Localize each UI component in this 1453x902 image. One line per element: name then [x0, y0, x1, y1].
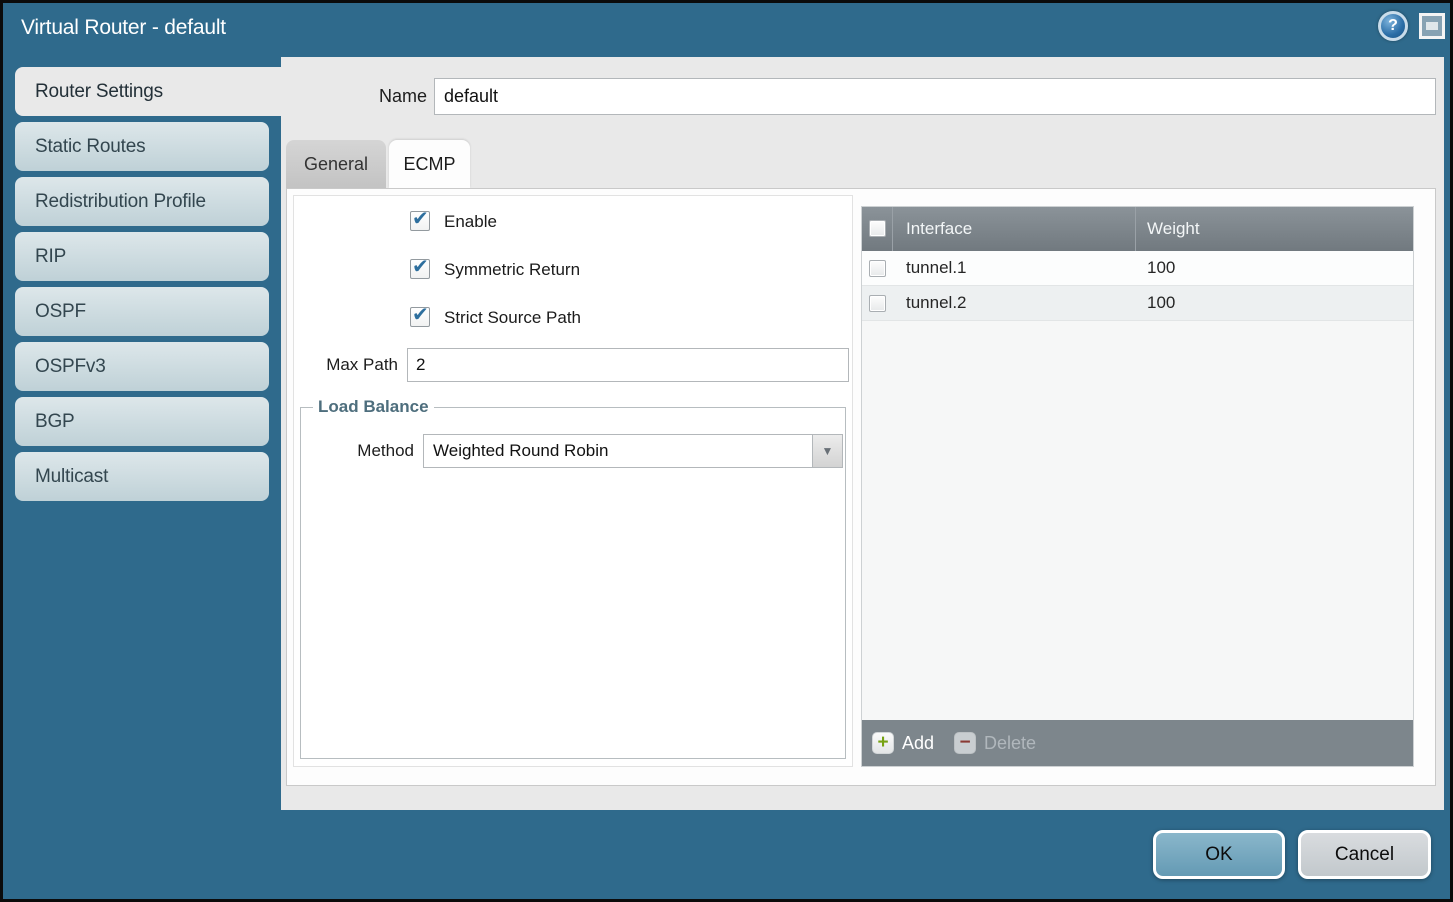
- method-label: Method: [301, 434, 414, 468]
- column-divider: [1135, 207, 1136, 251]
- interface-cell: tunnel.2: [906, 286, 967, 320]
- delete-icon[interactable]: −: [954, 732, 976, 754]
- method-dropdown[interactable]: Weighted Round Robin ▼: [423, 434, 843, 468]
- max-path-label: Max Path: [294, 348, 398, 382]
- sidebar-item-static-routes[interactable]: Static Routes: [15, 122, 269, 171]
- symmetric-return-checkbox[interactable]: ✔: [410, 259, 430, 279]
- name-label: Name: [281, 78, 427, 115]
- table-row[interactable]: tunnel.1 100: [862, 251, 1413, 286]
- sidebar-item-router-settings[interactable]: Router Settings: [15, 67, 281, 116]
- help-icon[interactable]: ?: [1378, 11, 1408, 41]
- interface-cell: tunnel.1: [906, 251, 967, 285]
- name-input[interactable]: [434, 78, 1436, 115]
- weight-cell: 100: [1147, 251, 1175, 285]
- interface-table: Interface Weight tunnel.1 100 tunnel.2 1…: [861, 206, 1414, 767]
- symmetric-return-label: Symmetric Return: [444, 259, 580, 281]
- column-header-interface[interactable]: Interface: [906, 207, 972, 251]
- tab-ecmp[interactable]: ECMP: [389, 140, 470, 188]
- load-balance-fieldset: Load Balance Method Weighted Round Robin…: [300, 407, 846, 759]
- row-checkbox[interactable]: [869, 260, 886, 277]
- virtual-router-dialog: Virtual Router - default ? Router Settin…: [0, 0, 1453, 902]
- sidebar-item-rip[interactable]: RIP: [15, 232, 269, 281]
- strict-source-path-label: Strict Source Path: [444, 307, 581, 329]
- delete-button[interactable]: Delete: [984, 720, 1036, 766]
- check-icon: ✔: [412, 206, 429, 231]
- cancel-button[interactable]: Cancel: [1298, 830, 1431, 879]
- restore-window-glyph: [1426, 22, 1438, 30]
- table-footer: + Add − Delete: [862, 720, 1413, 766]
- title-bar: Virtual Router - default ?: [3, 3, 1450, 57]
- table-row[interactable]: tunnel.2 100: [862, 286, 1413, 321]
- restore-window-icon[interactable]: [1419, 13, 1445, 39]
- max-path-input[interactable]: [407, 348, 849, 382]
- add-button[interactable]: Add: [902, 720, 934, 766]
- tab-general[interactable]: General: [286, 140, 386, 188]
- check-icon: ✔: [412, 254, 429, 279]
- column-header-weight[interactable]: Weight: [1147, 207, 1200, 251]
- method-value: Weighted Round Robin: [433, 435, 608, 467]
- dialog-title: Virtual Router - default: [21, 16, 226, 40]
- sidebar-item-multicast[interactable]: Multicast: [15, 452, 269, 501]
- select-all-checkbox[interactable]: [869, 220, 886, 237]
- enable-checkbox[interactable]: ✔: [410, 211, 430, 231]
- sidebar-item-redistribution-profile[interactable]: Redistribution Profile: [15, 177, 269, 226]
- weight-cell: 100: [1147, 286, 1175, 320]
- check-icon: ✔: [412, 302, 429, 327]
- content-area: Name General ECMP ✔ Enable ✔ Symmetric R…: [281, 57, 1444, 810]
- column-divider: [892, 207, 893, 251]
- table-empty-area: [862, 321, 1413, 720]
- chevron-down-icon[interactable]: ▼: [812, 435, 842, 467]
- sidebar-item-ospf[interactable]: OSPF: [15, 287, 269, 336]
- sidebar-item-ospfv3[interactable]: OSPFv3: [15, 342, 269, 391]
- ok-button[interactable]: OK: [1153, 830, 1285, 879]
- table-header: Interface Weight: [862, 207, 1413, 251]
- enable-label: Enable: [444, 211, 497, 233]
- add-icon[interactable]: +: [872, 732, 894, 754]
- ecmp-panel: ✔ Enable ✔ Symmetric Return ✔ Strict Sou…: [286, 188, 1436, 786]
- strict-source-path-checkbox[interactable]: ✔: [410, 307, 430, 327]
- ecmp-form-panel: ✔ Enable ✔ Symmetric Return ✔ Strict Sou…: [293, 195, 853, 767]
- load-balance-legend: Load Balance: [313, 397, 434, 417]
- sidebar-item-bgp[interactable]: BGP: [15, 397, 269, 446]
- row-checkbox[interactable]: [869, 295, 886, 312]
